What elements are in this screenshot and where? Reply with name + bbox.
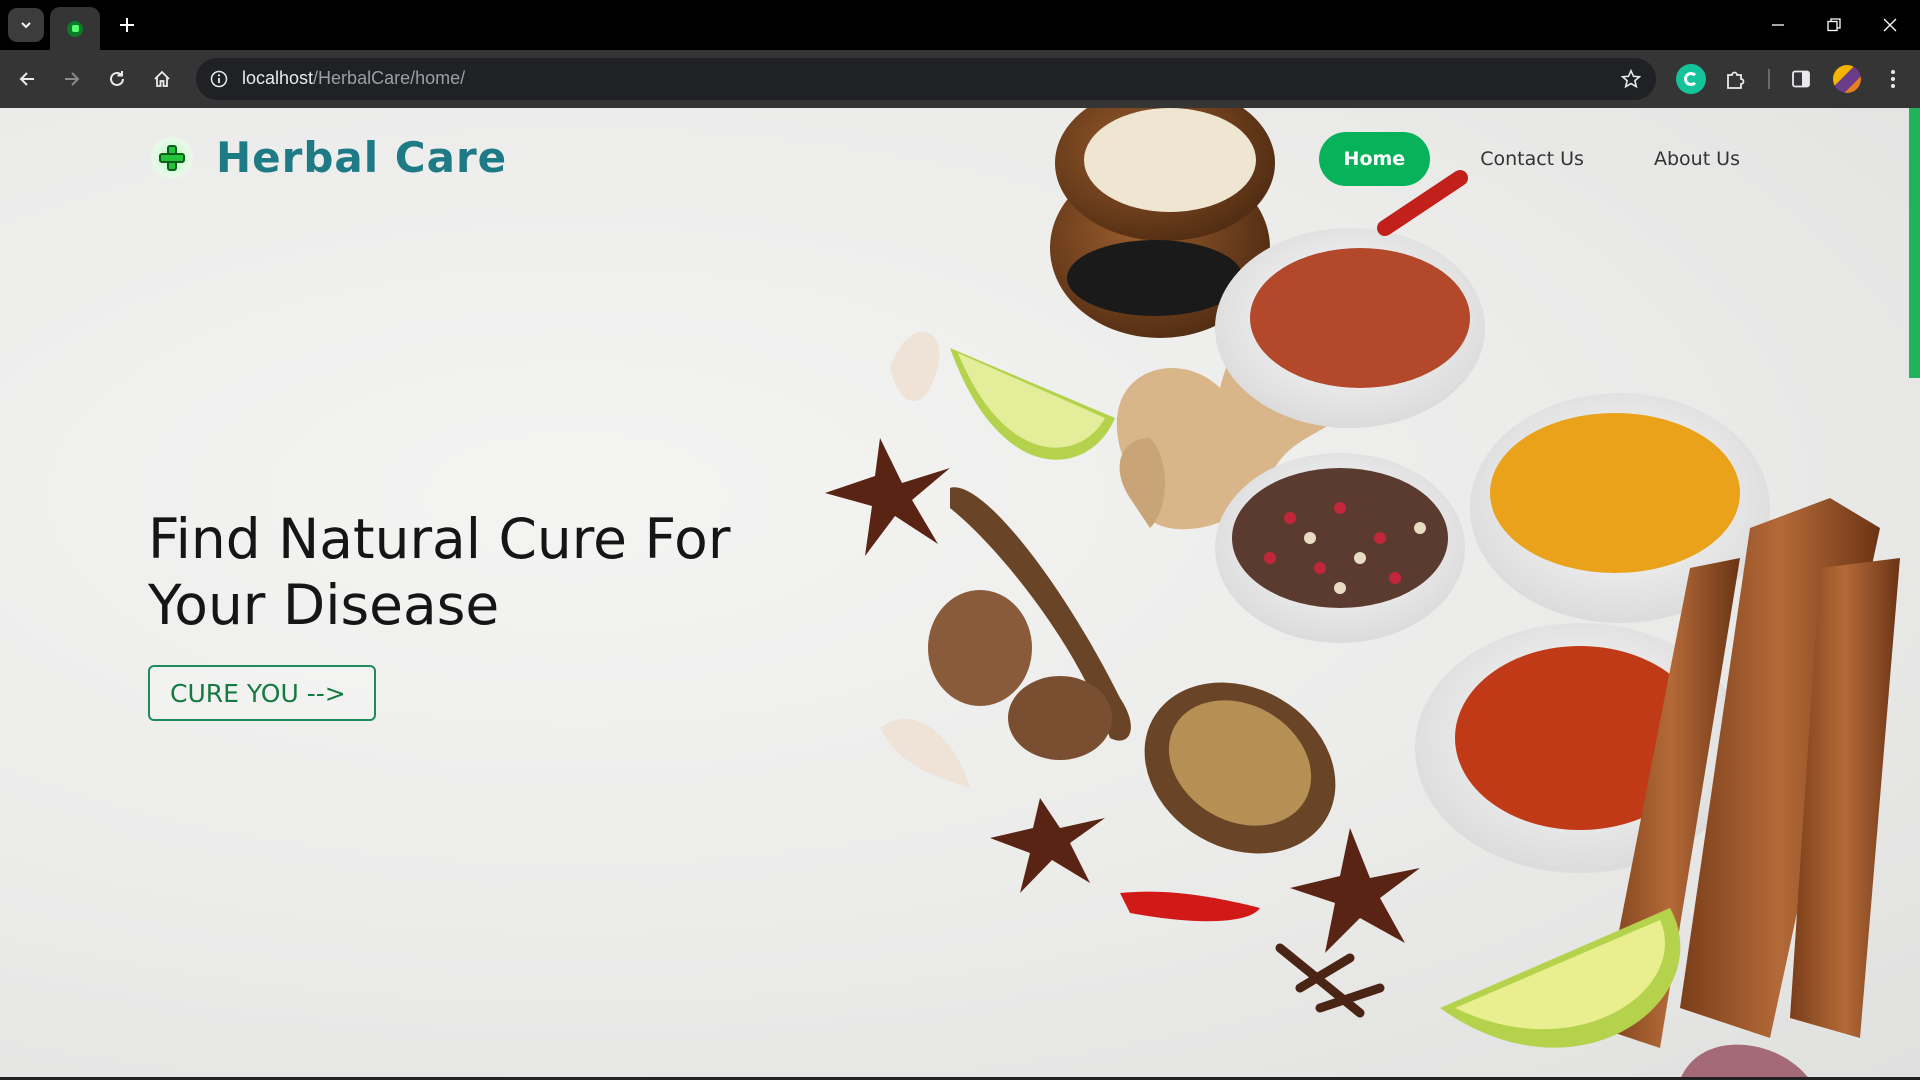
home-icon [154,70,170,87]
side-panel-icon[interactable] [1786,64,1816,94]
favicon-icon [67,20,83,37]
url-host: localhost [242,68,314,88]
restore-icon [1827,18,1841,32]
browser-tab-strip [0,0,1920,50]
back-button[interactable] [10,62,44,96]
cure-you-button[interactable]: CURE YOU --> [148,665,376,721]
minimize-icon [1772,24,1784,26]
nav-about-us[interactable]: About Us [1634,134,1760,184]
brand-logo[interactable]: Herbal Care [150,133,507,182]
arrow-right-icon [65,72,80,86]
close-window-button[interactable] [1862,0,1918,50]
nav-contact-us[interactable]: Contact Us [1460,134,1604,184]
arrow-left-icon [19,72,34,86]
reload-icon [110,71,124,86]
profile-avatar[interactable] [1833,65,1861,93]
page-scrollbar[interactable] [1909,108,1920,378]
browser-menu-icon[interactable] [1878,64,1908,94]
minimize-button[interactable] [1750,0,1806,50]
bookmark-star-icon[interactable] [1618,66,1644,92]
home-button[interactable] [145,62,179,96]
url-text: localhost/HerbalCare/home/ [242,68,465,89]
reload-button[interactable] [100,62,134,96]
spices-hero-image [825,108,1900,1080]
browser-toolbar: localhost/HerbalCare/home/ [0,50,1920,108]
forward-button[interactable] [55,62,89,96]
address-bar[interactable]: localhost/HerbalCare/home/ [196,58,1656,100]
tab-search-button[interactable] [8,8,44,42]
plus-icon [120,18,134,32]
page-viewport: Herbal Care Home Contact Us About Us Fin… [0,108,1920,1080]
brand-name: Herbal Care [216,133,508,182]
close-icon [1883,18,1897,32]
site-info-icon[interactable] [206,66,232,92]
medical-cross-icon [150,135,194,180]
url-path: /HerbalCare/home/ [313,68,466,88]
restore-button[interactable] [1806,0,1862,50]
extensions-puzzle-icon[interactable] [1721,64,1751,94]
nav-home[interactable]: Home [1318,132,1431,186]
hero-title-line-2: Your Disease [148,573,500,637]
toolbar-separator [1768,69,1770,89]
chevron-down-icon [21,22,31,29]
grammarly-extension-icon[interactable] [1676,64,1706,94]
hero-title: Find Natural Cure For Your Disease [148,506,788,638]
hero-title-line-1: Find Natural Cure For [148,507,731,571]
browser-tab[interactable] [50,7,100,50]
new-tab-button[interactable] [112,10,142,40]
main-nav: Home Contact Us About Us [1289,132,1760,186]
